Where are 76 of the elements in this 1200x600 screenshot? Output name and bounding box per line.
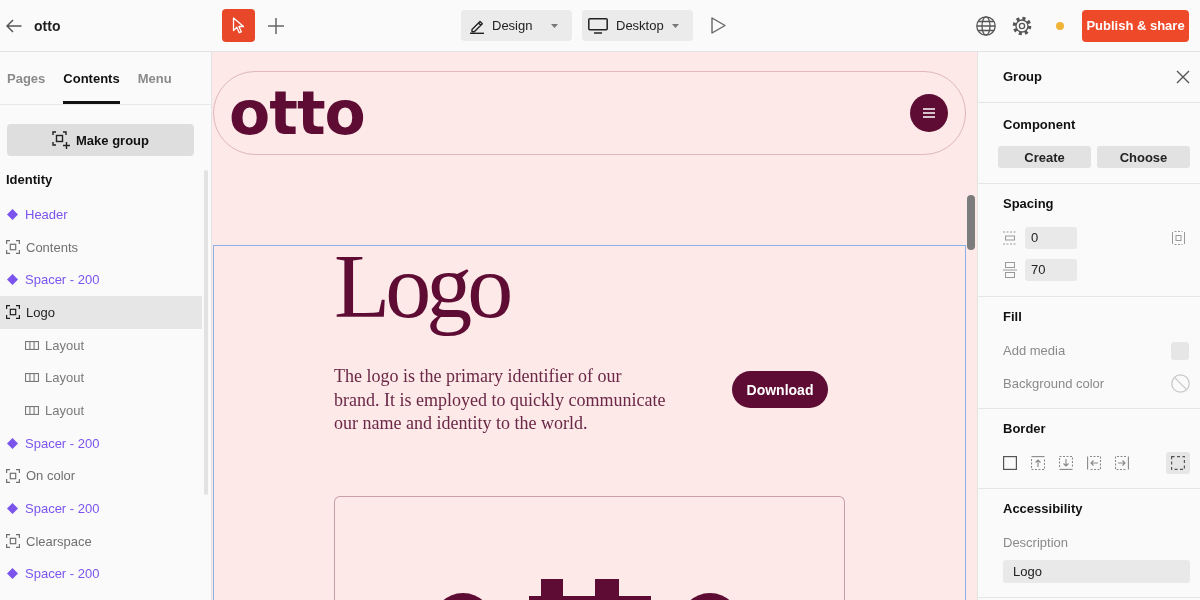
project-title: otto	[34, 17, 61, 34]
layer-item[interactable]: Logo	[0, 296, 202, 329]
border-bottom-icon	[1059, 456, 1073, 470]
select-tool-button[interactable]	[222, 9, 255, 42]
columns-icon	[25, 373, 39, 383]
field-label: Description	[1002, 534, 1070, 552]
border-top-icon	[1031, 456, 1045, 470]
section-heading: Identity	[5, 171, 54, 189]
layer-item[interactable]: Header	[0, 198, 202, 231]
section-heading: Border	[1002, 420, 1047, 438]
spacing-field[interactable]: 70	[1025, 259, 1077, 281]
section-heading: Component	[1002, 116, 1077, 134]
close-icon[interactable]	[1176, 70, 1190, 84]
layer-item[interactable]: On color	[0, 459, 202, 493]
caret-icon	[551, 23, 558, 28]
columns-icon	[25, 340, 39, 350]
layer-item[interactable]: Contents	[0, 230, 202, 264]
frame-icon	[6, 468, 20, 483]
frame-icon	[6, 305, 20, 320]
border-none-icon	[1171, 456, 1185, 470]
cursor-icon	[231, 17, 246, 34]
border-none-button[interactable]	[1166, 452, 1190, 474]
make-group-button[interactable]: Make group	[7, 124, 194, 156]
play-icon[interactable]	[711, 17, 726, 34]
globe-icon[interactable]	[976, 15, 996, 36]
component-button[interactable]: Choose	[1097, 146, 1190, 168]
panel-title: Group	[1003, 68, 1042, 86]
padding-sides-icon[interactable]	[1172, 231, 1185, 245]
diamond-icon	[6, 502, 19, 516]
padding-icon	[1003, 231, 1017, 245]
publish-button[interactable]: Publish & share	[1082, 9, 1189, 42]
caret-icon	[672, 23, 679, 28]
component-button[interactable]: Create	[998, 146, 1091, 168]
diamond-icon	[6, 273, 19, 287]
no-color-icon[interactable]	[1171, 374, 1190, 393]
diamond-icon	[6, 207, 19, 221]
property-label: Add media	[1003, 343, 1066, 358]
description-field[interactable]: Logo	[1003, 560, 1190, 583]
panel-tab[interactable]: Contents	[63, 52, 120, 104]
layer-item[interactable]: Layout	[0, 328, 202, 362]
layer-item[interactable]: Spacer - 200	[0, 557, 202, 591]
diamond-icon	[6, 567, 19, 581]
layer-item[interactable]: Layout	[0, 394, 202, 427]
mode-dropdown[interactable]: Design	[461, 10, 572, 41]
gap-icon	[1003, 262, 1017, 278]
layer-item[interactable]: Layout	[0, 361, 202, 395]
section-heading: Spacing	[1002, 195, 1055, 213]
device-dropdown[interactable]: Desktop	[582, 10, 693, 41]
layer-item[interactable]: Spacer - 200	[0, 426, 202, 460]
menu-icon	[923, 108, 935, 118]
diamond-icon	[6, 436, 19, 450]
border-left-icon	[1087, 456, 1101, 470]
property-label: Background color	[1003, 376, 1105, 391]
border-all-icon	[1003, 456, 1017, 470]
frame-icon	[6, 534, 20, 549]
monitor-icon	[588, 17, 608, 34]
download-button[interactable]: Download	[732, 371, 828, 408]
section-heading: Accessibility	[1002, 500, 1084, 518]
border-right-icon	[1115, 456, 1129, 470]
layer-item[interactable]: Spacer - 200	[0, 263, 202, 297]
columns-icon	[25, 405, 39, 415]
scrollbar-thumb[interactable]	[967, 195, 975, 250]
panel-tab[interactable]: Pages	[7, 52, 46, 104]
layer-item[interactable]: Spacer - 200	[0, 492, 202, 525]
plus-icon	[268, 17, 284, 34]
group-add-icon	[52, 131, 70, 149]
description-paragraph: The logo is the primary identifier of our brand. It is employed to quickly communicate our name and identity to the world.	[334, 365, 667, 435]
frame-icon	[6, 240, 20, 255]
layer-item[interactable]: Clearspace	[0, 524, 202, 558]
settings-icon[interactable]	[1012, 15, 1032, 36]
section-heading: Fill	[1002, 308, 1023, 326]
menu-button[interactable]	[910, 94, 948, 132]
panel-tab[interactable]: Menu	[137, 52, 172, 104]
spacing-field[interactable]: 0	[1025, 227, 1077, 249]
site-logo[interactable]: otto	[229, 83, 365, 143]
back-arrow-icon[interactable]	[6, 18, 22, 33]
